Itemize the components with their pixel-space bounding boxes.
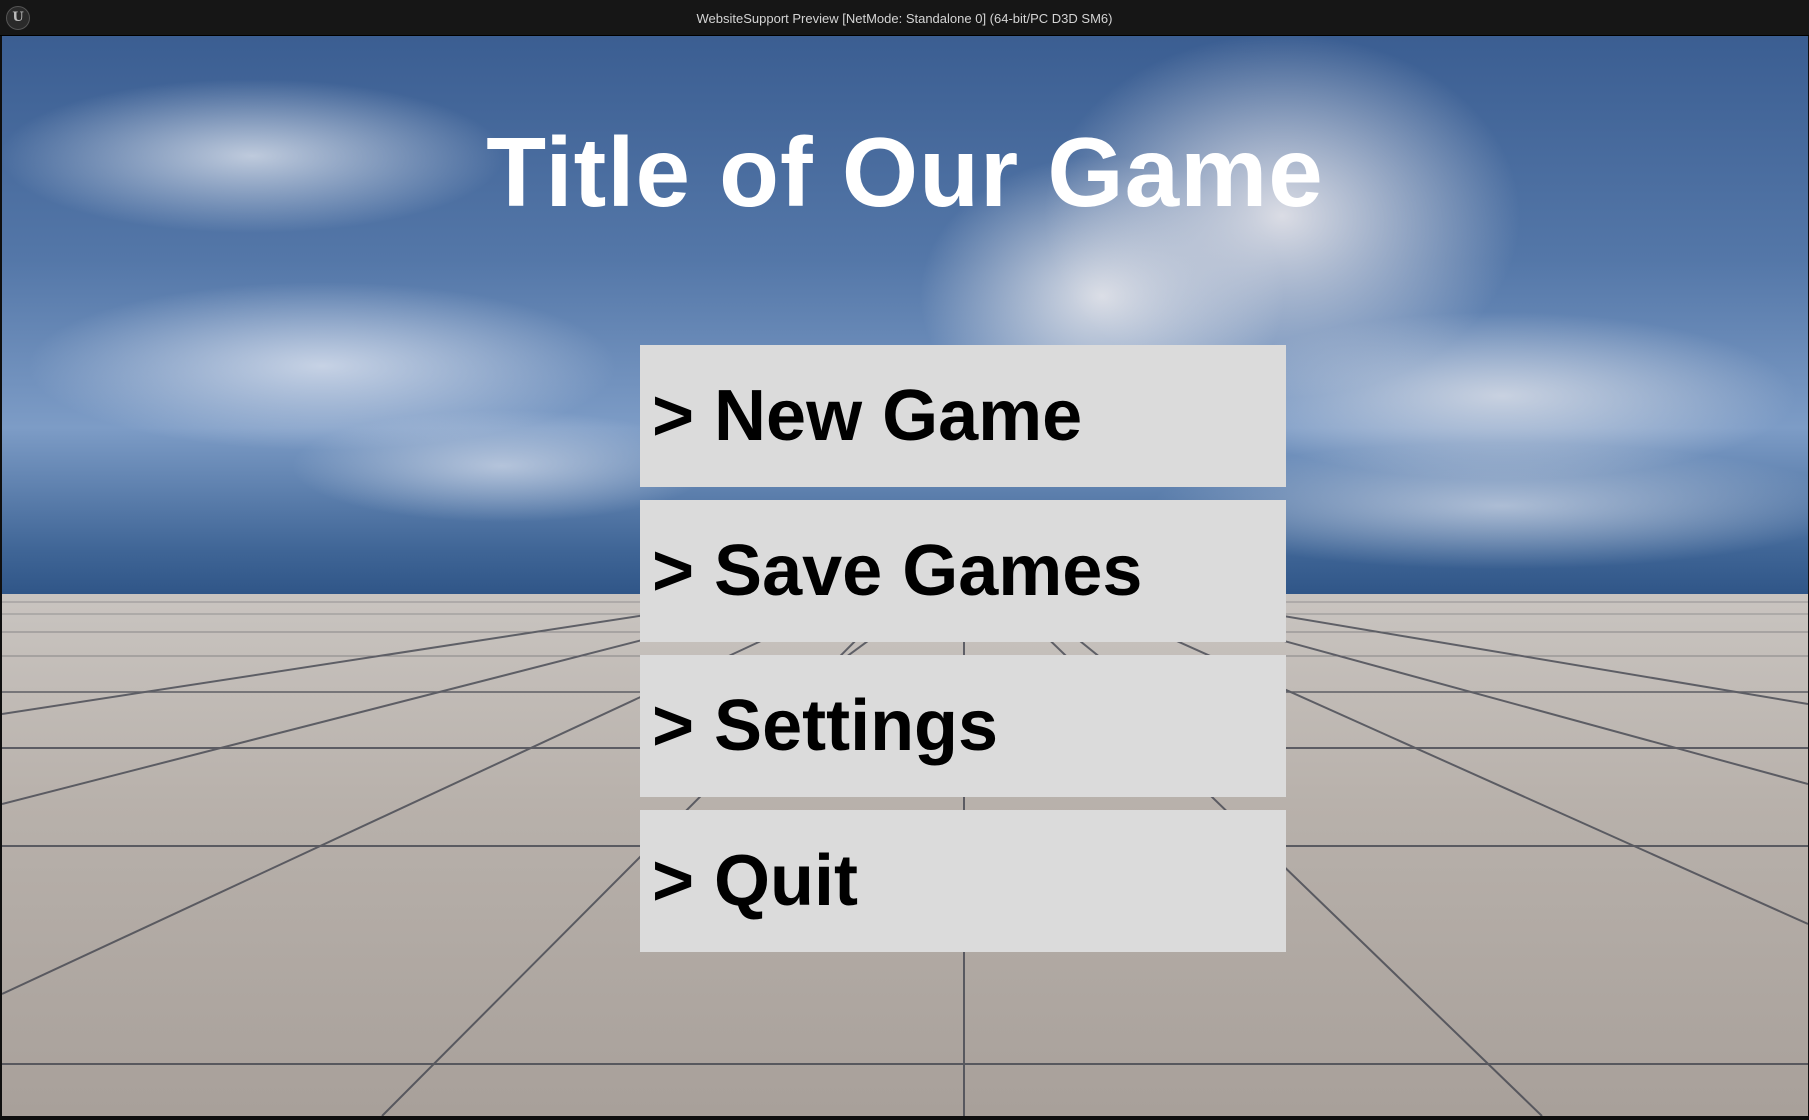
new-game-label: > New Game xyxy=(652,376,1083,456)
main-menu: > New Game > Save Games > Settings > Qui… xyxy=(640,345,1286,965)
game-title: Title of Our Game xyxy=(486,117,1324,227)
window-title: WebsiteSupport Preview [NetMode: Standal… xyxy=(696,11,1113,26)
game-viewport: Title of Our Game > New Game > Save Game… xyxy=(2,36,1808,1116)
quit-label: > Quit xyxy=(652,841,859,921)
settings-label: > Settings xyxy=(652,686,999,766)
settings-button[interactable]: > Settings xyxy=(640,655,1286,797)
save-games-label: > Save Games xyxy=(652,531,1143,611)
game-window: U WebsiteSupport Preview [NetMode: Stand… xyxy=(0,0,1809,1120)
new-game-button[interactable]: > New Game xyxy=(640,345,1286,487)
window-titlebar[interactable]: U WebsiteSupport Preview [NetMode: Stand… xyxy=(0,0,1809,36)
save-games-button[interactable]: > Save Games xyxy=(640,500,1286,642)
quit-button[interactable]: > Quit xyxy=(640,810,1286,952)
